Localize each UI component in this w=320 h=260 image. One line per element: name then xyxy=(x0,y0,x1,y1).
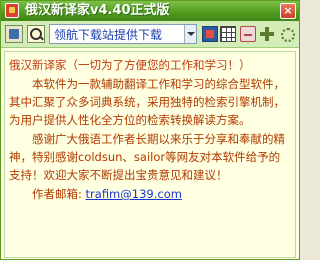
author-contact: 作者邮箱: trafim@139.com xyxy=(9,185,291,203)
search-dropdown-button[interactable] xyxy=(184,25,196,43)
title-bar[interactable]: 俄汉新译家v4.40正式版 × xyxy=(1,1,299,21)
window-title: 俄汉新译家v4.40正式版 xyxy=(25,3,170,18)
navigate-icon[interactable] xyxy=(259,26,275,42)
main-window: 俄汉新译家v4.40正式版 × 俄汉新译家（一切为了方便您的工作和学习！） 本软… xyxy=(0,0,300,260)
intro-paragraph: 本软件为一款辅助翻译工作和学习的综合型软件，其中汇聚了众多词典系统，采用独特的检… xyxy=(9,77,285,127)
clear-icon[interactable] xyxy=(240,26,256,42)
author-label: 作者邮箱: xyxy=(32,187,82,201)
dictionary-icon[interactable] xyxy=(202,26,218,42)
search-icon[interactable] xyxy=(27,25,45,43)
author-email-link[interactable]: trafim@139.com xyxy=(86,187,182,201)
toolbar xyxy=(1,21,299,48)
book-icon[interactable] xyxy=(5,25,23,43)
move-icon[interactable] xyxy=(279,26,295,42)
search-input[interactable] xyxy=(49,24,197,44)
thanks-paragraph: 感谢广大俄语工作者长期以来乐于分享和奉献的精神，特别感谢coldsun、sail… xyxy=(9,132,285,182)
table-icon[interactable] xyxy=(220,26,236,42)
content-panel[interactable]: 俄汉新译家（一切为了方便您的工作和学习！） 本软件为一款辅助翻译工作和学习的综合… xyxy=(4,51,296,258)
app-icon xyxy=(5,3,19,18)
close-button[interactable]: × xyxy=(280,3,296,19)
content-heading: 俄汉新译家（一切为了方便您的工作和学习！） xyxy=(9,58,251,72)
